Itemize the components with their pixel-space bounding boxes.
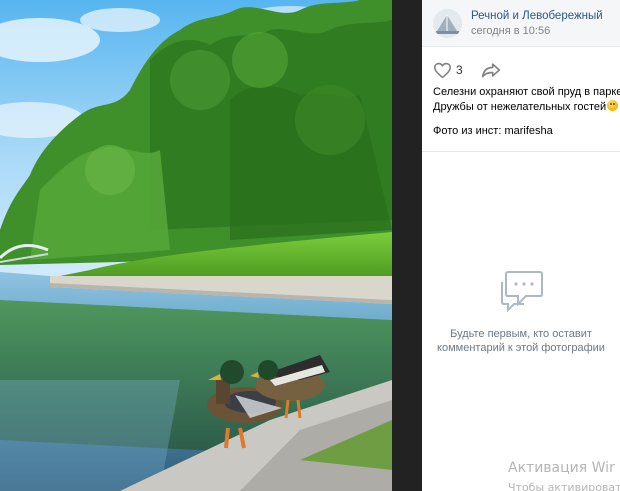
smiling-face-emoji-icon [607, 99, 619, 111]
post-caption: Селезни охраняют свой пруд в парке Дружб… [433, 85, 620, 114]
heart-outline-icon[interactable] [433, 62, 452, 79]
caption-line: Дружбы от нежелательных гостей [433, 100, 607, 113]
avatar-image [433, 9, 462, 38]
like-count: 3 [456, 63, 463, 77]
section-divider [422, 151, 620, 152]
post-timestamp[interactable]: сегодня в 10:56 [471, 25, 550, 37]
post-photo[interactable] [0, 0, 392, 491]
photo-image [0, 0, 392, 491]
empty-text-line: комментарий к этой фотографии [437, 342, 605, 354]
photo-credit: Фото из инст: marifesha [433, 125, 553, 137]
comments-empty-state: Будьте первым, кто оставит комментарий к… [422, 268, 620, 355]
post-side-panel: Речной и Левобережный сегодня в 10:56 3 … [422, 0, 620, 491]
post-actions: 3 [433, 60, 613, 80]
caption-line: Селезни охраняют свой пруд в парке [433, 86, 620, 98]
photo-viewer: Речной и Левобережный сегодня в 10:56 3 … [0, 0, 620, 491]
community-avatar[interactable] [433, 9, 462, 38]
viewer-divider [392, 0, 422, 491]
windows-activation-watermark: Активация Wir [508, 460, 615, 476]
comments-empty-text: Будьте первым, кто оставит комментарий к… [422, 327, 620, 355]
comment-bubble-icon [501, 271, 543, 312]
windows-activation-subtext: Чтобы активироват [508, 481, 620, 491]
post-header: Речной и Левобережный сегодня в 10:56 [422, 0, 620, 47]
post-author-link[interactable]: Речной и Левобережный [471, 10, 603, 22]
share-arrow-icon[interactable] [481, 61, 501, 79]
empty-text-line: Будьте первым, кто оставит [450, 328, 592, 340]
